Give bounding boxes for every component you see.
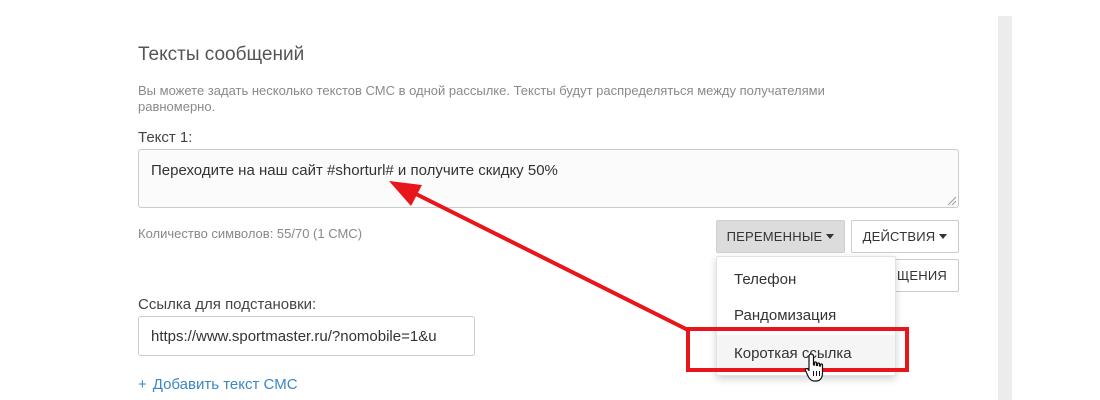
scroll-track [998, 16, 1012, 400]
caret-down-icon [939, 234, 948, 239]
menu-item-phone[interactable]: Телефон [717, 261, 895, 297]
message-textarea[interactable]: Переходите на наш сайт #shorturl# и полу… [138, 149, 959, 208]
message-text: Переходите на наш сайт #shorturl# и полу… [151, 162, 558, 179]
substitution-link-input[interactable]: https://www.sportmaster.ru/?nomobile=1&u [138, 316, 475, 356]
menu-item-randomization[interactable]: Рандомизация [717, 297, 895, 333]
link-field-label: Ссылка для подстановки: [138, 296, 317, 313]
actions-button-label: ДЕЙСТВИЯ [862, 229, 936, 244]
add-sms-text-label: Добавить текст СМС [152, 376, 298, 393]
resize-grip-icon[interactable] [946, 195, 956, 205]
plus-icon: + [138, 376, 147, 393]
substitution-link-value: https://www.sportmaster.ru/?nomobile=1&u [151, 327, 437, 345]
section-title: Тексты сообщений [138, 44, 305, 65]
character-counter: Количество символов: 55/70 (1 СМС) [138, 226, 363, 241]
caret-down-icon [826, 234, 835, 239]
text1-label: Текст 1: [138, 129, 193, 146]
actions-dropdown-button[interactable]: ДЕЙСТВИЯ [851, 220, 959, 253]
variables-dropdown-button[interactable]: ПЕРЕМЕННЫЕ [716, 220, 845, 253]
variables-button-label: ПЕРЕМЕННЫЕ [726, 229, 823, 244]
menu-item-short-link[interactable]: Короткая ссылка [717, 335, 895, 371]
variables-dropdown-menu: Телефон Рандомизация Короткая ссылка [716, 256, 896, 376]
section-description: Вы можете задать несколько текстов СМС в… [138, 83, 825, 114]
add-sms-text-link[interactable]: + Добавить текст СМС [138, 376, 298, 393]
